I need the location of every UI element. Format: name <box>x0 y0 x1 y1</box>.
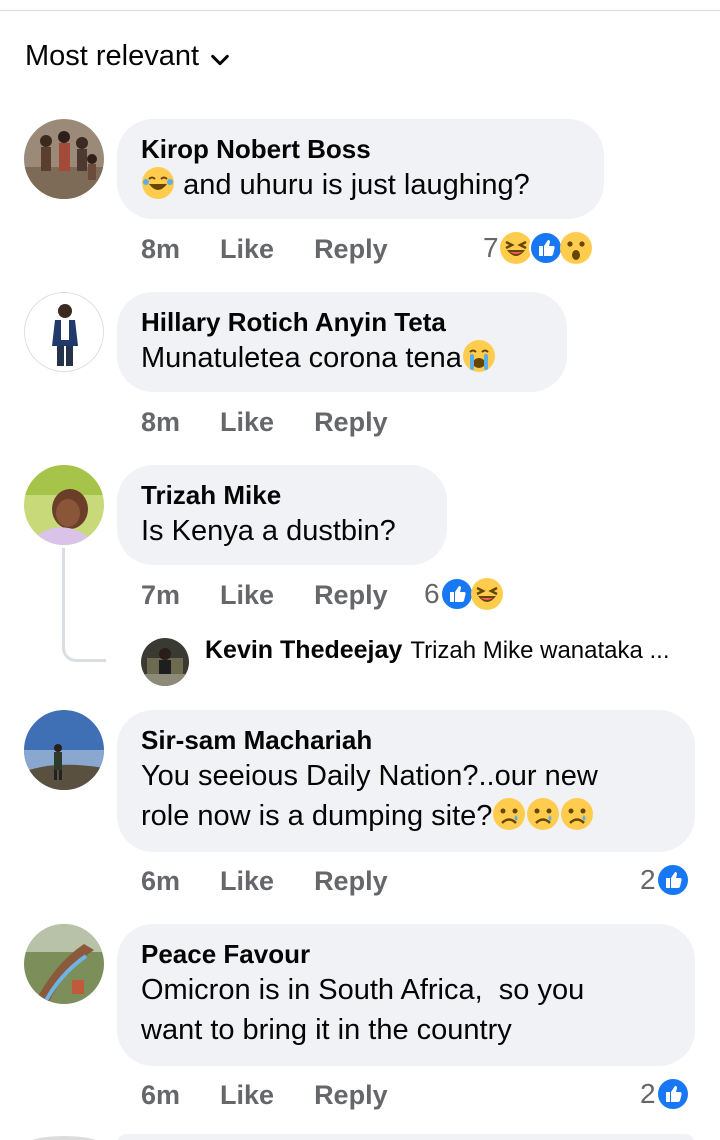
comment-time[interactable]: 7m <box>141 580 180 611</box>
comment-text-line-2: want to bring it in the country <box>141 1014 512 1046</box>
reply-preview[interactable]: Kevin Thedeejay Trizah Mike wanataka ... <box>141 636 711 665</box>
comment-bubble: Trizah Mike Is Kenya a dustbin? <box>117 465 447 565</box>
sad-tear-emoji-icon <box>560 797 594 831</box>
comment-text: Munatuletea corona tena <box>141 338 543 378</box>
comment-text-body: Munatuletea corona tena <box>141 342 462 374</box>
crying-emoji-icon <box>462 339 496 373</box>
reaction-summary[interactable]: 2 <box>640 1077 690 1111</box>
comment-text-line-1: You seeious Daily Nation?..our new <box>141 760 598 792</box>
comment-bubble <box>117 1134 695 1140</box>
comment-text-body: role now is a dumping site? <box>141 800 493 832</box>
avatar[interactable] <box>24 465 104 545</box>
reaction-count: 7 <box>483 232 499 263</box>
like-button[interactable]: Like <box>220 580 274 611</box>
comment-actions: 7m Like Reply <box>141 580 388 611</box>
laughing-emoji-icon <box>141 166 175 200</box>
avatar[interactable] <box>24 292 104 372</box>
like-reaction-icon <box>528 231 563 265</box>
comment-actions: 6m Like Reply <box>141 866 388 897</box>
like-button[interactable]: Like <box>220 234 274 265</box>
comment-text-body: and uhuru is just laughing? <box>183 169 530 201</box>
reply-author[interactable]: Kevin Thedeejay <box>205 636 402 665</box>
reaction-count: 6 <box>424 578 440 609</box>
avatar[interactable] <box>24 119 104 199</box>
reaction-summary[interactable]: 7 <box>483 231 593 265</box>
reaction-summary[interactable]: 2 <box>640 863 690 897</box>
sad-tear-emoji-icon <box>492 797 526 831</box>
reply-button[interactable]: Reply <box>314 234 388 265</box>
comment-bubble: Kirop Nobert Boss and uhuru is just laug… <box>117 119 604 219</box>
comment-actions: 8m Like Reply <box>141 234 388 265</box>
comment-time[interactable]: 6m <box>141 1080 180 1111</box>
reply-text: Trizah Mike wanataka ... <box>410 636 670 664</box>
like-button[interactable]: Like <box>220 866 274 897</box>
sad-tear-emoji-icon <box>526 797 560 831</box>
comment-actions: 8m Like Reply <box>141 407 388 438</box>
reply-button[interactable]: Reply <box>314 866 388 897</box>
comment-bubble: Hillary Rotich Anyin Teta Munatuletea co… <box>117 292 567 392</box>
haha-reaction-icon <box>499 231 533 265</box>
reaction-summary[interactable]: 6 <box>424 577 504 611</box>
comment-time[interactable]: 8m <box>141 407 180 438</box>
avatar[interactable] <box>24 924 104 1004</box>
comment-bubble: Sir-sam Machariah You seeious Daily Nati… <box>117 710 695 852</box>
reply-button[interactable]: Reply <box>314 1080 388 1111</box>
chevron-down-icon <box>209 46 231 68</box>
like-button[interactable]: Like <box>220 1080 274 1111</box>
like-reaction-icon <box>439 577 474 611</box>
sort-label: Most relevant <box>25 40 200 72</box>
like-reaction-icon <box>655 863 690 897</box>
comment-text-line-1: Omicron is in South Africa, so you <box>141 974 585 1006</box>
thread-connector <box>62 548 106 662</box>
comment-time[interactable]: 8m <box>141 234 180 265</box>
comment-bubble: Peace Favour Omicron is in South Africa,… <box>117 924 695 1066</box>
wow-reaction-icon <box>559 231 593 265</box>
top-divider <box>0 10 720 11</box>
comment-text: and uhuru is just laughing? <box>141 165 580 205</box>
reaction-count: 2 <box>640 1078 656 1109</box>
reply-button[interactable]: Reply <box>314 407 388 438</box>
comment-author[interactable]: Trizah Mike <box>141 479 423 511</box>
avatar[interactable] <box>24 1136 104 1140</box>
comment-text: Is Kenya a dustbin? <box>141 515 396 547</box>
like-button[interactable]: Like <box>220 407 274 438</box>
like-reaction-icon <box>655 1077 690 1111</box>
reply-button[interactable]: Reply <box>314 580 388 611</box>
comment-author[interactable]: Sir-sam Machariah <box>141 724 671 756</box>
avatar[interactable] <box>24 710 104 790</box>
reaction-count: 2 <box>640 864 656 895</box>
comment-text-line-2: role now is a dumping site? <box>141 796 671 836</box>
haha-reaction-icon <box>470 577 504 611</box>
comment-actions: 6m Like Reply <box>141 1080 388 1111</box>
sort-dropdown[interactable]: Most relevant <box>25 40 231 73</box>
comment-author[interactable]: Peace Favour <box>141 938 671 970</box>
comment-time[interactable]: 6m <box>141 866 180 897</box>
comment-author[interactable]: Hillary Rotich Anyin Teta <box>141 306 543 338</box>
comment-author[interactable]: Kirop Nobert Boss <box>141 133 580 165</box>
